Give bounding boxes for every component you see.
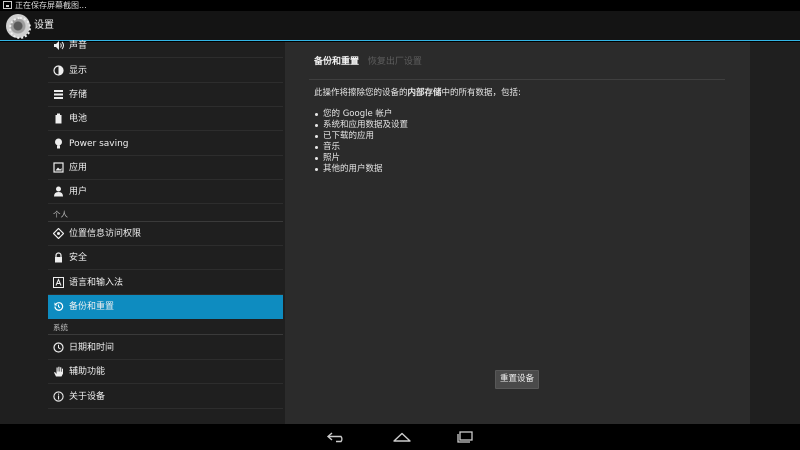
- sidebar-item-label: 位置信息访问权限: [69, 229, 142, 239]
- list-item: 音乐: [314, 142, 408, 153]
- settings-main: 声音 显示 存储 电池 Power saving 应用 用户 个人 位置信息访问…: [0, 41, 800, 424]
- apps-icon: [53, 162, 64, 173]
- info-icon: [53, 391, 64, 402]
- status-ticker: 正在保存屏幕截图...: [15, 1, 87, 10]
- sidebar-item-label: 存储: [69, 90, 88, 100]
- navigation-bar: [0, 424, 800, 450]
- description-bold: 内部存储: [407, 88, 442, 98]
- lightbulb-icon: [53, 138, 64, 149]
- data-list: 您的 Google 帐户 系统和应用数据及设置 已下载的应用 音乐 照片 其他的…: [314, 109, 408, 175]
- sidebar-item-date-time[interactable]: 日期和时间: [48, 336, 283, 360]
- section-header-system: 系统: [48, 321, 283, 335]
- sidebar-item-power-saving[interactable]: Power saving: [48, 132, 283, 156]
- clock-icon: [53, 342, 64, 353]
- status-bar: 正在保存屏幕截图...: [0, 0, 800, 11]
- sidebar-item-label: 日期和时间: [69, 343, 115, 353]
- sidebar-item-about-device[interactable]: 关于设备: [48, 385, 283, 409]
- breadcrumb-sub: 恢复出厂设置: [367, 57, 422, 67]
- settings-app-icon[interactable]: [6, 14, 31, 39]
- hand-icon: [53, 366, 64, 377]
- back-icon[interactable]: [326, 431, 348, 443]
- list-item: 系统和应用数据及设置: [314, 120, 408, 131]
- settings-list: 声音 显示 存储 电池 Power saving 应用 用户 个人 位置信息访问…: [48, 41, 283, 424]
- sidebar-item-sound[interactable]: 声音: [48, 34, 283, 58]
- sidebar-item-label: 显示: [69, 66, 88, 76]
- section-header-label: 个人: [53, 210, 68, 219]
- storage-icon: [53, 89, 64, 100]
- sidebar-item-label: 声音: [69, 41, 88, 51]
- sidebar-item-display[interactable]: 显示: [48, 59, 283, 83]
- sidebar-item-accessibility[interactable]: 辅助功能: [48, 360, 283, 384]
- list-item: 您的 Google 帐户: [314, 109, 408, 120]
- reset-description: 此操作将擦除您的设备的内部存储中的所有数据，包括:: [314, 88, 521, 99]
- battery-icon: [53, 113, 64, 124]
- sidebar-item-label: 备份和重置: [69, 302, 115, 312]
- sidebar-item-label: Power saving: [69, 139, 129, 149]
- sidebar-item-battery[interactable]: 电池: [48, 107, 283, 131]
- breadcrumb: 备份和重置 恢复出厂设置: [314, 56, 422, 68]
- sidebar-item-label: 电池: [69, 114, 88, 124]
- sidebar-item-backup-reset[interactable]: 备份和重置: [48, 295, 283, 319]
- description-prefix: 此操作将擦除您的设备的: [314, 88, 408, 98]
- lock-icon: [53, 252, 64, 263]
- list-item: 照片: [314, 153, 408, 164]
- sidebar-item-users[interactable]: 用户: [48, 180, 283, 204]
- section-header-label: 系统: [53, 323, 68, 332]
- panel-divider: [309, 79, 725, 80]
- recent-apps-icon[interactable]: [456, 431, 474, 443]
- sidebar-item-label: 应用: [69, 163, 88, 173]
- sidebar-item-storage[interactable]: 存储: [48, 83, 283, 107]
- sidebar-item-language-input[interactable]: 语言和输入法: [48, 271, 283, 295]
- list-item: 已下载的应用: [314, 131, 408, 142]
- description-suffix: 中的所有数据，包括:: [441, 88, 521, 98]
- list-item: 其他的用户数据: [314, 164, 408, 175]
- breadcrumb-current[interactable]: 备份和重置: [314, 57, 359, 67]
- location-icon: [52, 227, 65, 240]
- sidebar-item-apps[interactable]: 应用: [48, 156, 283, 180]
- home-icon[interactable]: [392, 431, 412, 443]
- sidebar-item-label: 安全: [69, 253, 88, 263]
- backup-icon: [53, 301, 64, 312]
- sidebar-item-label: 辅助功能: [69, 367, 106, 377]
- screenshot-notification-icon: [3, 1, 12, 9]
- sidebar-item-label: 语言和输入法: [69, 278, 124, 288]
- sidebar-item-label: 关于设备: [69, 392, 106, 402]
- sidebar-item-location[interactable]: 位置信息访问权限: [48, 222, 283, 246]
- sidebar-item-label: 用户: [69, 187, 88, 197]
- language-icon: [53, 277, 64, 288]
- speaker-icon: [53, 40, 64, 51]
- user-icon: [53, 186, 64, 197]
- sidebar-item-security[interactable]: 安全: [48, 246, 283, 270]
- section-header-personal: 个人: [48, 208, 283, 222]
- brightness-icon: [53, 65, 64, 76]
- reset-device-button[interactable]: 重置设备: [495, 370, 539, 389]
- breadcrumb-separator: [362, 57, 365, 67]
- detail-panel: 备份和重置 恢复出厂设置 此操作将擦除您的设备的内部存储中的所有数据，包括: 您…: [285, 42, 750, 424]
